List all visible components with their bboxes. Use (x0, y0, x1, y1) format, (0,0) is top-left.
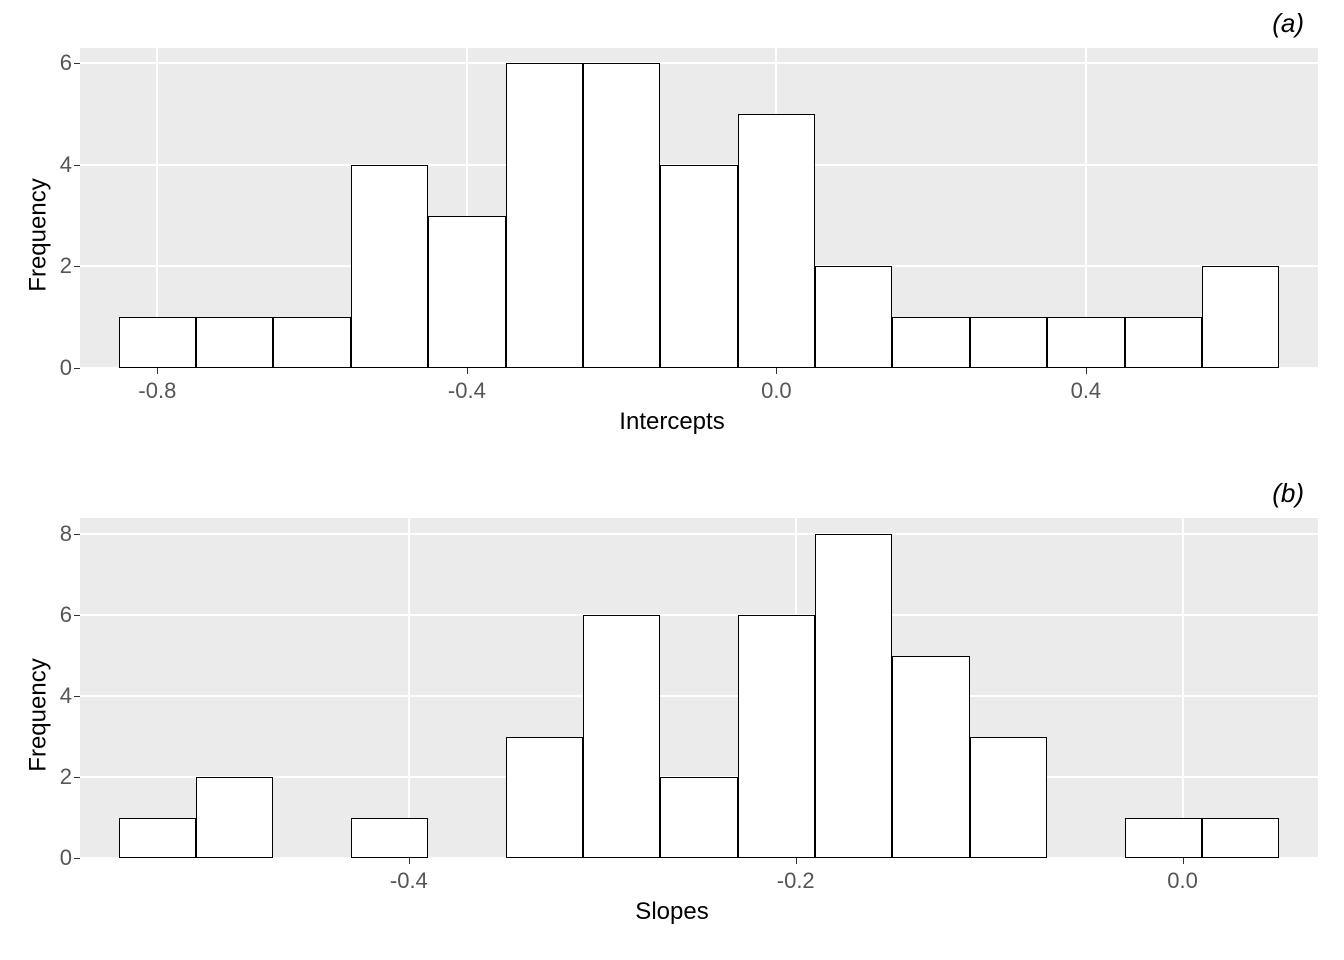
y-tick-label: 6 (60, 50, 72, 76)
histogram-bar (1047, 317, 1124, 368)
y-tick-label: 2 (60, 764, 72, 790)
histogram-bar (196, 777, 273, 858)
histogram-bar (351, 818, 428, 858)
histogram-bar (970, 737, 1047, 858)
histogram-bar (428, 216, 505, 368)
histogram-bar (815, 266, 892, 368)
histogram-bar (1125, 818, 1202, 858)
panel-b-title: (b) (1272, 478, 1304, 509)
histogram-bar (738, 615, 815, 858)
histogram-bar (119, 317, 196, 368)
histogram-bar (970, 317, 1047, 368)
x-tick-label: -0.4 (448, 378, 486, 404)
panel-b-xlabel: Slopes (635, 898, 708, 926)
panel-b-ylabel: Frequency (25, 658, 53, 771)
y-tick-label: 0 (60, 355, 72, 381)
histogram-bar (1202, 266, 1279, 368)
panel-a-xlabel: Intercepts (619, 408, 724, 436)
y-tick-label: 4 (60, 683, 72, 709)
x-tick-label: 0.0 (761, 378, 792, 404)
panel-a-ylabel: Frequency (25, 178, 53, 291)
histogram-bar (196, 317, 273, 368)
histogram-bar (583, 615, 660, 858)
x-tick-label: -0.8 (138, 378, 176, 404)
y-tick-label: 8 (60, 521, 72, 547)
x-tick-label: 0.0 (1167, 868, 1198, 894)
x-tick-label: -0.2 (777, 868, 815, 894)
histogram-bar (273, 317, 350, 368)
panel-b: (b) Frequency 02468-0.4-0.20.0 Slopes (0, 470, 1344, 960)
histogram-bar (1202, 818, 1279, 858)
histogram-bar (506, 737, 583, 858)
x-tick-label: 0.4 (1071, 378, 1102, 404)
x-tick-label: -0.4 (390, 868, 428, 894)
histogram-bar (660, 165, 737, 368)
panel-a-plot-area: 0246-0.8-0.40.00.4 (80, 48, 1318, 368)
y-tick-label: 0 (60, 845, 72, 871)
y-tick-label: 2 (60, 253, 72, 279)
histogram-bar (506, 63, 583, 368)
histogram-bar (583, 63, 660, 368)
histogram-bar (815, 534, 892, 858)
histogram-bar (738, 114, 815, 368)
y-tick-label: 6 (60, 602, 72, 628)
y-tick-label: 4 (60, 152, 72, 178)
histogram-bar (351, 165, 428, 368)
panel-a-title: (a) (1272, 8, 1304, 39)
histogram-bar (1125, 317, 1202, 368)
panel-b-plot-area: 02468-0.4-0.20.0 (80, 518, 1318, 858)
histogram-bar (892, 317, 969, 368)
panel-a: (a) Frequency 0246-0.8-0.40.00.4 Interce… (0, 0, 1344, 470)
histogram-bar (660, 777, 737, 858)
histogram-bar (892, 656, 969, 858)
histogram-bar (119, 818, 196, 858)
